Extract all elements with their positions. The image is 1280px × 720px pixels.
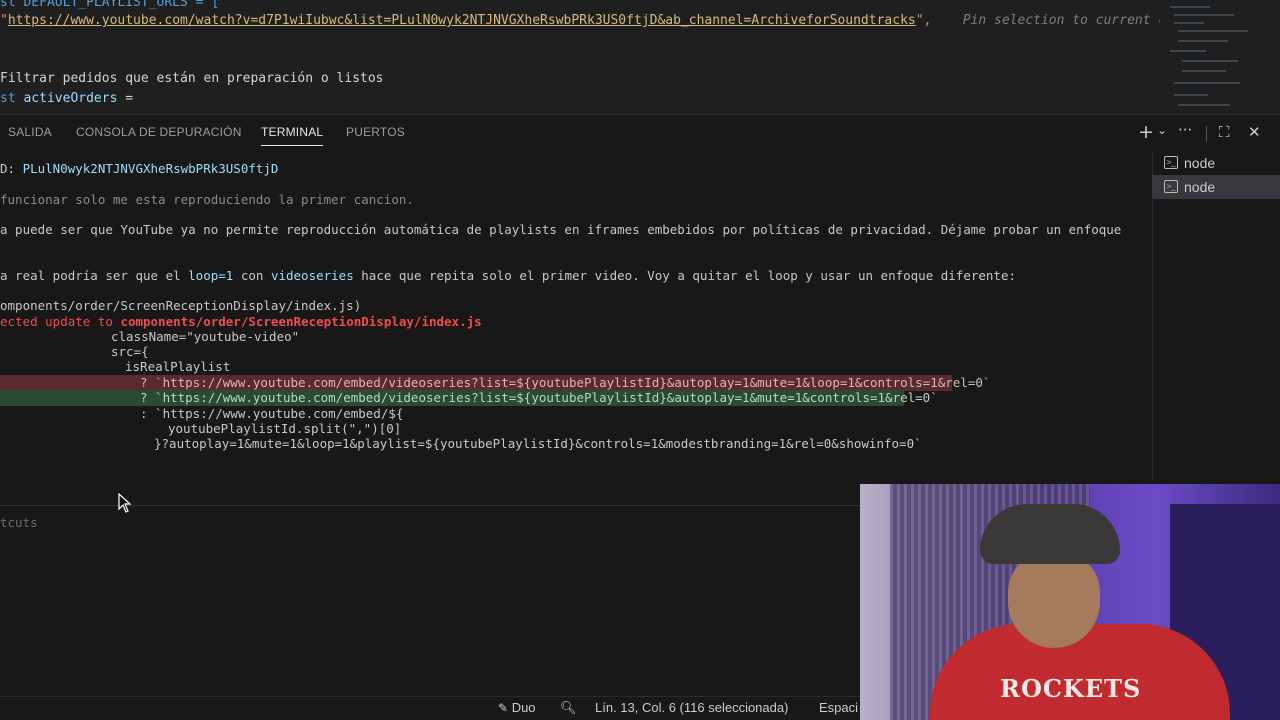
terminal-line: funcionar solo me esta reproduciendo la … [0,192,414,208]
editor-comment-line: Filtrar pedidos que están en preparación… [0,70,384,88]
inline-code: loop=1 [188,268,234,283]
editor-line-text: st DEFAULT_PLAYLIST_URLS = [ [0,0,220,10]
duo-status[interactable]: ✎ Duo [498,700,536,715]
terminal-text: a puede ser que YouTube ya no permite re… [0,222,1122,237]
playlist-id: PLulN0wyk2NTJNVGXheRswbPRk3US0ftjD [22,161,279,176]
terminal-list: >_ node >_ node [1152,151,1280,199]
editor-line: "https://www.youtube.com/watch?v=d7P1wiI… [0,12,1160,30]
code-text: : `https://www.youtube.com/embed/${ [140,406,404,421]
code-text: ? `https://www.youtube.com/embed/videose… [140,375,991,390]
terminal-line: D: PLulN0wyk2NTJNVGXheRswbPRk3US0ftjD [0,161,278,177]
minimap-line [1174,22,1204,24]
indentation-status[interactable]: Espaci [819,700,858,715]
terminal-line: a puede ser que YouTube ya no permite re… [0,222,1121,238]
toolbar-divider [1206,126,1207,142]
cursor-position[interactable]: Lín. 13, Col. 6 (116 seleccionada) [595,700,788,715]
chevron-down-icon[interactable]: ⌄ [1157,123,1167,137]
code-text: src={ [111,344,149,359]
terminal-text: D: [0,161,23,176]
shortcuts-hint: tcuts [0,515,38,530]
terminal-text: hace que repita solo el primer video. Vo… [353,268,1017,283]
more-actions-icon[interactable]: ··· [1178,121,1192,139]
terminal-name: node [1184,155,1216,171]
webcam-overlay: ROCKETS [860,484,1280,720]
terminal-output[interactable]: D: PLulN0wyk2NTJNVGXheRswbPRk3US0ftjD fu… [0,151,1136,481]
rejected-update-label: ected update to [0,314,121,329]
terminal-name: node [1184,179,1216,195]
terminal-line: youtubePlaylistId.split(",")[0] [168,421,401,437]
terminal-text: con [233,268,271,283]
inline-hint: Pin selection to current c [962,13,1160,28]
minimap-line [1170,50,1206,52]
terminal-icon: >_ [1164,180,1178,193]
file-path: components/order/ScreenReceptionDisplay/… [120,314,482,329]
new-terminal-button[interactable]: + [1138,121,1154,143]
mouse-pointer-icon [118,493,132,513]
terminal-line: }?autoplay=1&mute=1&loop=1&playlist=${yo… [154,436,922,452]
terminal-text: a real podría ser que el [0,268,189,283]
terminal-line: a real podría ser que el loop=1 con vide… [0,268,1016,284]
terminal-list-divider [1152,151,1153,481]
code-text: youtubePlaylistId.split(",")[0] [168,421,402,436]
terminal-icon: >_ [1164,156,1178,169]
minimap-line [1174,94,1208,96]
terminal-line: : `https://www.youtube.com/embed/${ [140,406,403,422]
operator: = [125,91,134,106]
code-text: className="youtube-video" [111,329,300,344]
minimap-line [1174,82,1240,84]
terminal-line: className="youtube-video" [111,329,299,345]
terminal-text: funcionar solo me esta reproduciendo la … [0,192,414,207]
code-text: ? `https://www.youtube.com/embed/videose… [140,390,938,405]
terminal-line: omponents/order/ScreenReceptionDisplay/i… [0,298,361,314]
variable-name: activeOrders [23,91,118,106]
minimap-line [1178,30,1248,32]
minimap-line [1178,40,1228,42]
code-text: isRealPlaylist [125,359,231,374]
close-panel-icon[interactable]: ✕ [1248,123,1261,141]
minimap-line [1182,70,1226,72]
editor-comment-text: Filtrar pedidos que están en preparación… [0,71,384,86]
inline-code: videoseries [270,268,354,283]
code-editor[interactable]: st DEFAULT_PLAYLIST_URLS = [ "https://ww… [0,0,1160,114]
minimap-line [1170,6,1210,8]
editor-line: st DEFAULT_PLAYLIST_URLS = [ [0,0,219,12]
editor-line: st activeOrders = [0,90,133,108]
terminal-line: ected update to components/order/ScreenR… [0,314,482,330]
playlist-url-link[interactable]: https://www.youtube.com/watch?v=d7P1wiIu… [8,13,916,28]
keyword: st [0,91,16,106]
minimap[interactable] [1160,0,1280,114]
tab-ports[interactable]: PUERTOS [346,125,405,139]
terminal-instance-selected[interactable]: >_ node [1152,175,1280,199]
duo-label: Duo [511,700,536,715]
duo-icon: ✎ [498,701,509,715]
diff-added-line: ? `https://www.youtube.com/embed/videose… [0,390,938,406]
terminal-line: src={ [111,344,149,360]
terminal-instance[interactable]: >_ node [1152,151,1280,175]
minimap-line [1182,60,1238,62]
panel-tabs: SALIDA CONSOLA DE DEPURACIÓN TERMINAL PU… [0,115,1280,151]
minimap-line [1178,104,1230,106]
tab-output[interactable]: SALIDA [8,125,52,139]
code-text: }?autoplay=1&mute=1&loop=1&playlist=${yo… [154,436,922,451]
hat [980,504,1120,564]
terminal-line: isRealPlaylist [125,359,230,375]
terminal-text: omponents/order/ScreenReceptionDisplay/i… [0,298,362,313]
minimap-line [1174,14,1234,16]
tab-terminal[interactable]: TERMINAL [261,125,324,146]
tab-debug-console[interactable]: CONSOLA DE DEPURACIÓN [76,125,242,139]
person-face [1008,552,1100,648]
diff-removed-line: ? `https://www.youtube.com/embed/videose… [0,375,990,391]
hoodie-logo-text: ROCKETS [1000,674,1142,703]
editor-line-tail: ", [915,13,932,28]
maximize-panel-icon[interactable]: ⛶ [1219,123,1230,141]
zoom-icon[interactable]: 🔍︎ [560,700,577,716]
